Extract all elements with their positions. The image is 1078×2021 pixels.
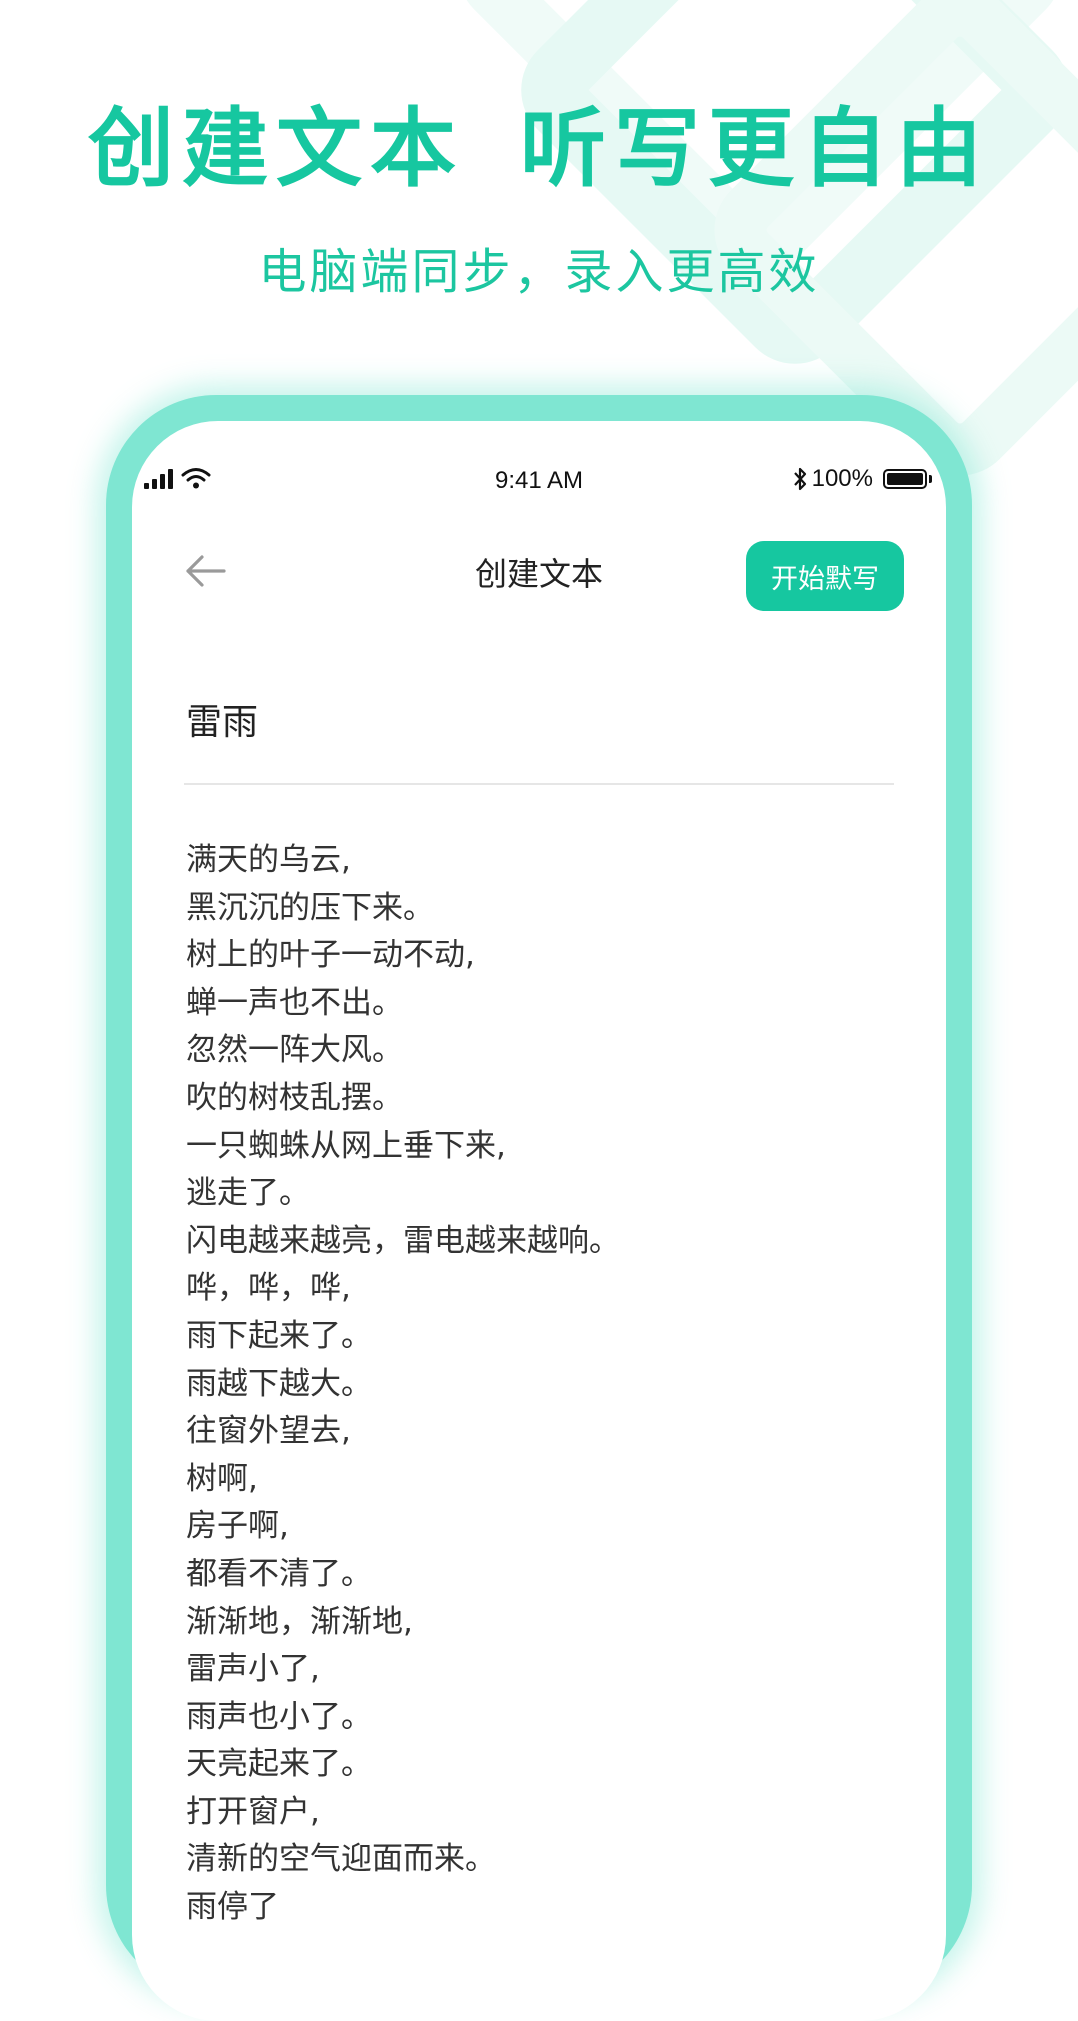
title-divider <box>184 783 894 785</box>
phone-mockup: 9:41 AM 100% 创建文本 开始默写 雷雨 满天的乌云, 黑沉沉的压下来。… <box>106 395 972 2021</box>
phone-screen: 9:41 AM 100% 创建文本 开始默写 雷雨 满天的乌云, 黑沉沉的压下来。… <box>132 421 946 2021</box>
promo-headline: 创建文本 听写更自由 <box>0 78 1078 203</box>
document-text-line: 清新的空气迎面而来。 <box>186 1841 496 1878</box>
document-text-line: 雨停了 <box>186 1889 279 1926</box>
document-text-line: 渐渐地，渐渐地, <box>186 1603 413 1640</box>
document-text-line: 忽然一阵大风。 <box>186 1032 403 1069</box>
document-text-line: 房子啊, <box>186 1508 289 1545</box>
document-text-line: 雨越下越大。 <box>186 1365 372 1402</box>
nav-bar: 创建文本 开始默写 <box>132 531 946 611</box>
battery-percent: 100% <box>811 465 873 492</box>
document-text-line: 逃走了。 <box>186 1175 310 1212</box>
document-text-line: 天亮起来了。 <box>186 1746 372 1783</box>
status-right: 100% <box>792 465 932 493</box>
start-dictation-button[interactable]: 开始默写 <box>746 541 904 611</box>
document-text-line: 树啊, <box>186 1460 258 1497</box>
document-text-line: 哗，哗，哗, <box>186 1270 351 1307</box>
document-text-line: 吹的树枝乱摆。 <box>186 1079 403 1116</box>
headline-part-2: 听写更自由 <box>520 99 990 199</box>
document-text-line: 雷声小了, <box>186 1651 320 1688</box>
promo-subheadline: 电脑端同步，录入更高效 <box>258 244 820 300</box>
document-text-line: 都看不清了。 <box>186 1555 372 1592</box>
document-text-line: 闪电越来越亮，雷电越来越响。 <box>186 1222 620 1259</box>
document-text-line: 树上的叶子一动不动, <box>186 937 475 974</box>
headline-part-1: 创建文本 <box>88 99 464 199</box>
document-text-line: 黑沉沉的压下来。 <box>186 889 434 926</box>
document-text-line: 雨下起来了。 <box>186 1317 372 1354</box>
document-body-textarea[interactable]: 满天的乌云, 黑沉沉的压下来。树上的叶子一动不动, 蝉一声也不出。 忽然一阵大风。 吹的… <box>186 837 886 1932</box>
status-bar: 9:41 AM 100% <box>132 457 946 507</box>
document-title-input[interactable]: 雷雨 <box>186 693 258 745</box>
document-text-line: 一只蜘蛛从网上垂下来, <box>186 1127 506 1164</box>
document-text-line: 满天的乌云, <box>186 842 351 878</box>
bluetooth-icon <box>793 467 806 491</box>
document-text-line: 打开窗户, <box>186 1793 320 1830</box>
battery-icon <box>883 469 932 489</box>
document-text-line: 往窗外望去, <box>186 1413 351 1450</box>
document-text-line: 蝉一声也不出。 <box>186 984 403 1021</box>
document-text-line: 雨声也小了。 <box>186 1698 372 1735</box>
